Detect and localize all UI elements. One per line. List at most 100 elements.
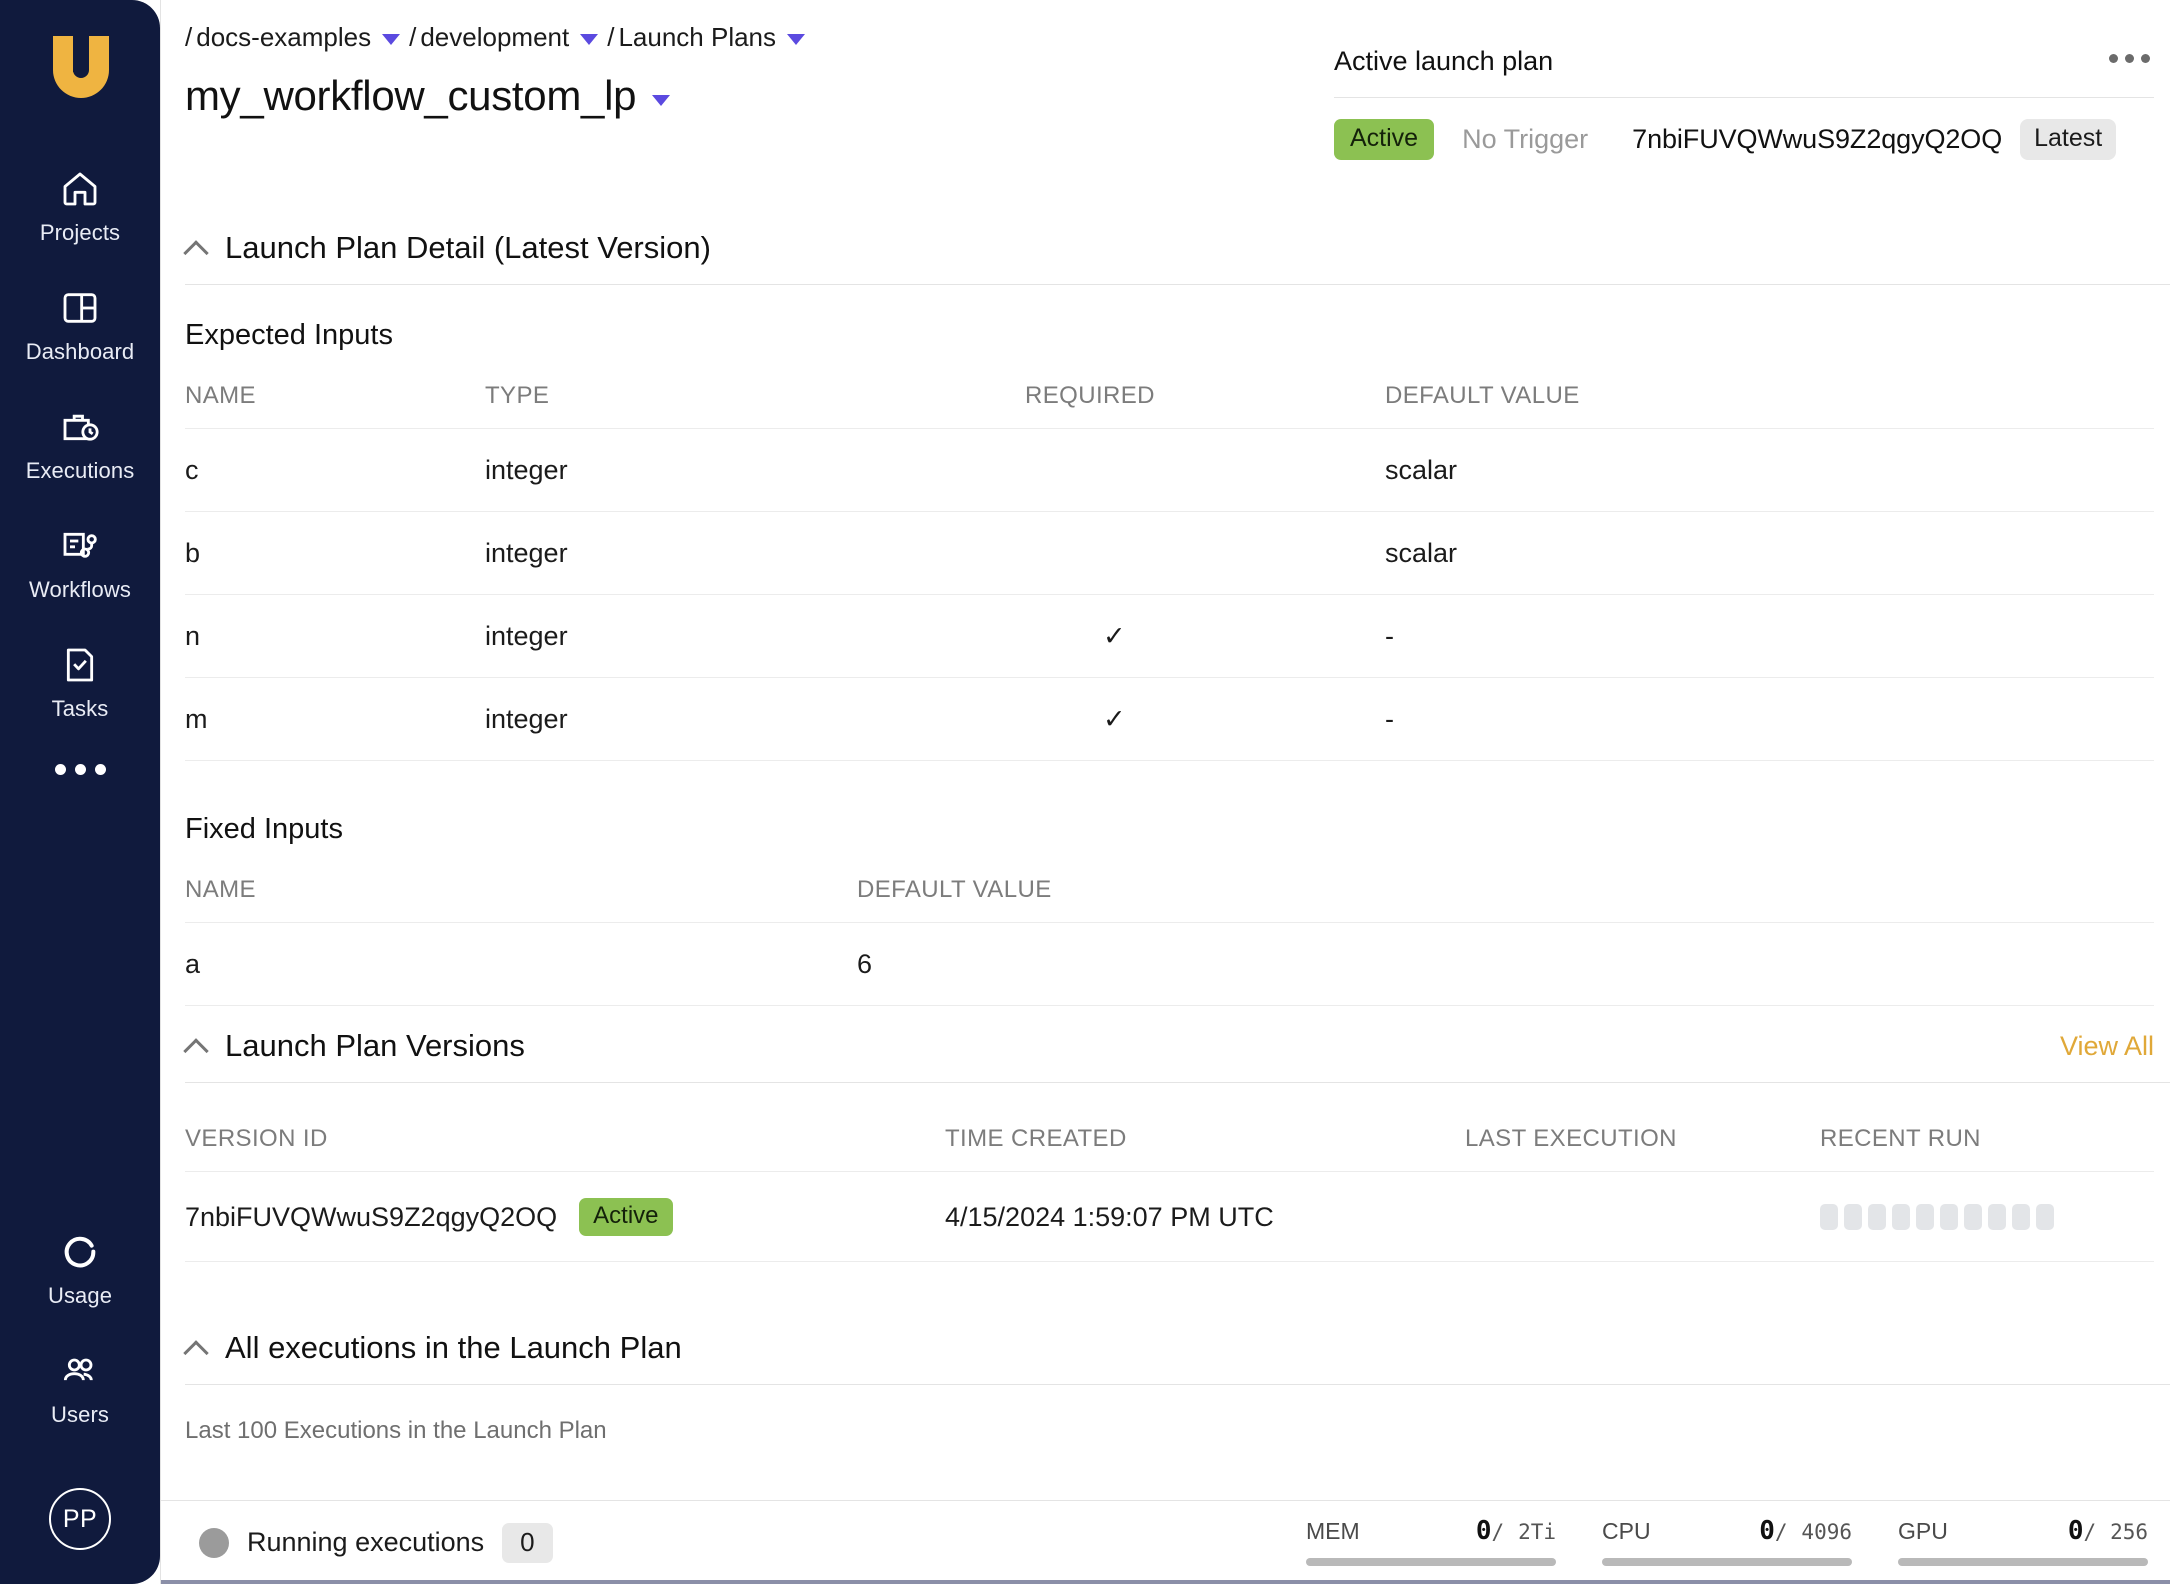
sidebar-item-label: Dashboard [25,339,135,364]
divider [185,284,2170,285]
recent-run-bars [1820,1204,2154,1230]
recent-run-bar [1964,1204,1982,1230]
sidebar-item-tasks[interactable]: Tasks [0,633,160,730]
union-logo[interactable] [39,24,121,111]
task-check-icon [60,643,100,687]
expected-inputs-table-wrap: NAME TYPE REQUIRED DEFAULT VALUE c integ… [161,382,2170,761]
launch-plan-versions-section: Launch Plan Versions View All VERSION ID… [161,1028,2170,1262]
status-dot-icon [199,1527,229,1558]
collapse-toggle-versions[interactable]: Launch Plan Versions [185,1028,525,1064]
section-title: All executions in the Launch Plan [225,1330,682,1365]
usage-donut-icon [60,1230,100,1274]
resource-sep: / [1491,1519,1505,1544]
sidebar-item-workflows[interactable]: Workflows [0,514,160,611]
avatar[interactable]: PP [49,1488,111,1550]
workflow-icon [60,524,100,568]
sidebar-item-usage[interactable]: Usage [0,1220,160,1317]
table-row: c integer scalar [185,428,2154,512]
running-executions-count: 0 [502,1522,553,1563]
running-executions-label: Running executions [247,1527,485,1557]
recent-run-bar [1940,1204,1958,1230]
chevron-up-icon [185,237,207,259]
content: Launch Plan Detail (Latest Version) Expe… [161,0,2170,1500]
fixed-inputs-table: NAME DEFAULT VALUE a 6 [185,876,2154,1006]
sidebar-item-label: Projects [39,220,121,245]
collapse-toggle-executions[interactable]: All executions in the Launch Plan [185,1330,682,1366]
version-id-text[interactable]: 7nbiFUVQWwuS9Z2qgyQ2OQ [185,1202,557,1233]
cell-type: integer [485,428,1025,512]
cell-last-execution [1465,1171,1820,1262]
users-icon [60,1349,100,1393]
sidebar-item-executions[interactable]: Executions [0,395,160,492]
column-header-name: NAME [185,876,256,903]
table-header-row: NAME TYPE REQUIRED DEFAULT VALUE [185,382,2154,429]
more-dots-icon[interactable] [54,764,106,775]
column-header-required: REQUIRED [1025,382,1155,409]
column-header-recent-run: RECENT RUN [1820,1125,1981,1152]
cell-time-created: 4/15/2024 1:59:07 PM UTC [945,1171,1465,1262]
all-executions-section: All executions in the Launch Plan Last 1… [161,1330,2170,1445]
column-header-version-id: VERSION ID [185,1125,328,1152]
view-all-link[interactable]: View All [2060,1031,2154,1062]
cell-default-value: 6 [857,922,2154,1006]
cell-name: n [185,594,485,678]
table-row: a 6 [185,922,2154,1006]
cell-type: integer [485,677,1025,761]
column-header-type: TYPE [485,382,550,409]
column-header-time-created: TIME CREATED [945,1125,1127,1152]
resource-total: 2Ti [1518,1519,1556,1544]
expected-inputs-title: Expected Inputs [185,319,393,351]
fixed-inputs-title: Fixed Inputs [185,813,343,845]
table-row: n integer ✓ - [185,594,2154,678]
column-header-last-execution: LAST EXECUTION [1465,1125,1677,1152]
column-header-default-value: DEFAULT VALUE [857,876,1052,903]
cell-type: integer [485,594,1025,678]
executions-note: Last 100 Executions in the Launch Plan [185,1417,607,1444]
cell-required [1025,428,1385,512]
recent-run-bar [1892,1204,1910,1230]
collapse-toggle-detail[interactable]: Launch Plan Detail (Latest Version) [185,230,711,266]
resource-progress-bar [1898,1557,2148,1566]
resource-meters: MEM 0/ 2Ti CPU 0/ 4096 GPU 0/ 256 [1306,1516,2148,1570]
sidebar-item-label: Executions [25,458,135,483]
resource-used: 0 [1475,1515,1492,1546]
chevron-up-icon [185,1035,207,1057]
recent-run-bar [2012,1204,2030,1230]
section-header: Launch Plan Versions View All [161,1028,2170,1064]
section-header: Launch Plan Detail (Latest Version) [161,230,2170,266]
table-row: m integer ✓ - [185,677,2154,761]
resource-sep: / [2083,1519,2097,1544]
cell-default-value: scalar [1385,428,2154,512]
sidebar-item-label: Usage [47,1283,113,1308]
column-header-default-value: DEFAULT VALUE [1385,382,1580,409]
sidebar-item-users[interactable]: Users [0,1339,160,1436]
cell-version-id: 7nbiFUVQWwuS9Z2qgyQ2OQ Active [185,1171,945,1262]
cell-required: ✓ [1025,677,1385,761]
resource-name: MEM [1306,1517,1360,1544]
table-row[interactable]: 7nbiFUVQWwuS9Z2qgyQ2OQ Active 4/15/2024 … [185,1171,2154,1262]
sidebar-item-label: Users [51,1402,109,1427]
section-title: Launch Plan Versions [225,1028,525,1063]
expected-inputs-block: Expected Inputs NAME TYPE REQUIRED DEFAU… [161,319,2170,761]
table-header-row: NAME DEFAULT VALUE [185,876,2154,923]
resource-used: 0 [2067,1515,2084,1546]
sidebar-item-dashboard[interactable]: Dashboard [0,276,160,373]
dashboard-icon [60,286,100,330]
expected-inputs-table: NAME TYPE REQUIRED DEFAULT VALUE c integ… [185,382,2154,761]
recent-run-bar [2036,1204,2054,1230]
cell-type: integer [485,511,1025,595]
recent-run-bar [1820,1204,1838,1230]
resource-used: 0 [1759,1515,1775,1546]
section-title: Launch Plan Detail (Latest Version) [225,230,711,265]
versions-table: VERSION ID TIME CREATED LAST EXECUTION R… [185,1125,2154,1262]
chevron-up-icon [185,1337,207,1359]
resource-meter-gpu: GPU 0/ 256 [1898,1516,2148,1566]
resource-meter-cpu: CPU 0/ 4096 [1602,1516,1852,1566]
running-executions[interactable]: Running executions 0 [183,1522,553,1563]
sidebar-item-projects[interactable]: Projects [0,157,160,254]
main-area: / docs-examples / development / Launch P… [160,0,2170,1584]
cell-name: c [185,428,485,512]
resource-total: 4096 [1801,1519,1852,1544]
recent-run-bar [1868,1204,1886,1230]
resource-meter-mem: MEM 0/ 2Ti [1306,1516,1556,1566]
